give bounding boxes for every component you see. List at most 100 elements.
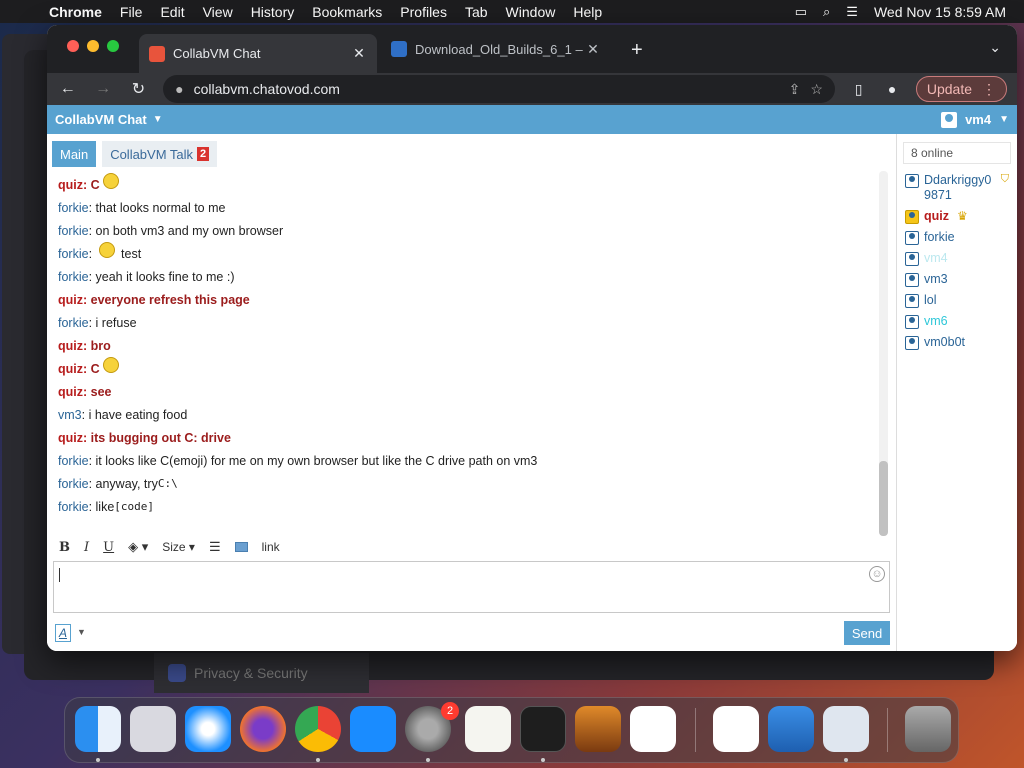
close-tab-icon[interactable]: ✕	[351, 45, 367, 62]
online-user[interactable]: lol	[897, 290, 1017, 311]
chat-title-caret-icon[interactable]: ▼	[153, 114, 163, 125]
insert-image-icon[interactable]	[234, 542, 248, 552]
reload-icon[interactable]: ↻	[128, 79, 149, 99]
message-scrollbar-thumb[interactable]	[879, 461, 888, 536]
forward-arrow-icon[interactable]: →	[92, 80, 113, 98]
chrome-window: CollabVM Chat ✕ Download_Old_Builds_6_1 …	[47, 25, 1017, 651]
terminal-icon[interactable]	[520, 706, 566, 752]
confused-emoji-icon	[102, 172, 119, 189]
chat-message: forkie: that looks normal to me	[58, 196, 878, 219]
share-icon[interactable]: ⇪	[789, 81, 801, 98]
message-author[interactable]: forkie	[58, 247, 89, 261]
font-style-button[interactable]: A	[55, 624, 71, 642]
send-button[interactable]: Send	[844, 621, 890, 645]
message-author[interactable]: forkie	[58, 270, 89, 284]
control-center-icon[interactable]: ☰	[846, 4, 858, 20]
unread-badge: 2	[197, 147, 210, 161]
visual-studio-icon[interactable]	[713, 706, 759, 752]
message-author[interactable]: forkie	[58, 224, 89, 238]
message-input[interactable]: ☺	[53, 561, 890, 613]
site-info-lock-icon[interactable]: ●	[175, 81, 183, 97]
minimize-window-button[interactable]	[87, 40, 99, 52]
close-tab-icon[interactable]: ✕	[585, 41, 601, 58]
back-arrow-icon[interactable]: ←	[57, 80, 78, 98]
zoom-window-button[interactable]	[107, 40, 119, 52]
online-user[interactable]: forkie	[897, 227, 1017, 248]
message-author[interactable]: quiz	[58, 293, 83, 307]
emoji-picker-smiley-icon[interactable]: ☺	[869, 566, 885, 582]
message-author[interactable]: vm3	[58, 408, 82, 422]
menu-tab[interactable]: Tab	[456, 4, 497, 20]
online-user[interactable]: quiz ♛	[897, 206, 1017, 227]
menu-edit[interactable]: Edit	[151, 4, 193, 20]
garageband-icon[interactable]	[575, 706, 621, 752]
message-author[interactable]: forkie	[58, 316, 89, 330]
app-store-icon[interactable]	[350, 706, 396, 752]
online-user[interactable]: Ddarkriggy09871 ⛉	[897, 170, 1017, 206]
launchpad-icon[interactable]	[130, 706, 176, 752]
message-author[interactable]: forkie	[58, 477, 89, 491]
current-user-menu[interactable]: vm4 ▼	[941, 111, 1009, 128]
italic-button[interactable]: I	[84, 540, 89, 555]
chrome-icon[interactable]	[295, 706, 341, 752]
kebab-menu-icon[interactable]: ⋮	[982, 81, 996, 98]
message-code: [code]	[114, 500, 155, 513]
spotlight-search-icon[interactable]: ⌕	[823, 4, 830, 20]
menu-history[interactable]: History	[242, 4, 304, 20]
address-bar[interactable]: ● collabvm.chatovod.com ⇪ ☆	[163, 75, 835, 103]
tab-collabvm-talk[interactable]: CollabVM Talk 2	[102, 141, 218, 167]
message-author[interactable]: quiz	[58, 362, 83, 376]
browser-tab-inactive[interactable]: Download_Old_Builds_6_1 – O ✕	[381, 33, 611, 65]
menu-file[interactable]: File	[111, 4, 152, 20]
message-author[interactable]: quiz	[58, 431, 83, 445]
menu-window[interactable]: Window	[497, 4, 565, 20]
underline-button[interactable]: U	[103, 540, 114, 555]
smiley-emoji-icon	[98, 241, 115, 258]
bulleted-list-icon[interactable]: ☰	[209, 539, 221, 555]
online-user[interactable]: vm3	[897, 269, 1017, 290]
close-window-button[interactable]	[67, 40, 79, 52]
message-author[interactable]: forkie	[58, 454, 89, 468]
chat-message: quiz: bro	[58, 334, 878, 357]
message-author[interactable]: quiz	[58, 178, 83, 192]
user-icon	[905, 273, 919, 287]
link-button[interactable]: link	[262, 540, 280, 554]
trash-icon[interactable]	[905, 706, 951, 752]
menu-view[interactable]: View	[194, 4, 242, 20]
settings-sidebar-item-privacy[interactable]: Privacy & Security	[154, 653, 369, 693]
update-button[interactable]: Update ⋮	[915, 76, 1007, 102]
font-style-caret-icon[interactable]: ▼	[77, 627, 86, 637]
textedit-icon[interactable]	[465, 706, 511, 752]
bookmark-star-icon[interactable]: ☆	[810, 81, 823, 98]
tab-main[interactable]: Main	[52, 141, 97, 167]
menu-profiles[interactable]: Profiles	[391, 4, 456, 20]
chat-title[interactable]: CollabVM Chat	[55, 112, 147, 127]
message-author[interactable]: forkie	[58, 201, 89, 215]
message-author[interactable]: forkie	[58, 500, 89, 514]
menu-clock[interactable]: Wed Nov 15 8:59 AM	[874, 4, 1006, 20]
url-text[interactable]: collabvm.chatovod.com	[194, 81, 779, 97]
weather-icon[interactable]	[768, 706, 814, 752]
menu-app-name[interactable]: Chrome	[40, 4, 111, 20]
side-panel-icon[interactable]: ▯	[849, 81, 868, 98]
virtualbox-icon[interactable]	[823, 706, 869, 752]
profile-avatar-icon[interactable]: ●	[882, 81, 901, 97]
message-author[interactable]: quiz	[58, 385, 83, 399]
menu-help[interactable]: Help	[564, 4, 611, 20]
browser-tab-active[interactable]: CollabVM Chat ✕	[139, 34, 377, 73]
finder-icon[interactable]	[75, 706, 121, 752]
online-user[interactable]: vm0b0t	[897, 332, 1017, 353]
vscode-icon[interactable]	[630, 706, 676, 752]
size-dropdown[interactable]: Size ▾	[162, 540, 195, 554]
online-user[interactable]: vm6	[897, 311, 1017, 332]
message-author[interactable]: quiz	[58, 339, 83, 353]
menu-bookmarks[interactable]: Bookmarks	[303, 4, 391, 20]
text-color-bucket-icon[interactable]: ◈ ▾	[128, 539, 148, 555]
firefox-icon[interactable]	[240, 706, 286, 752]
screen-mirroring-icon[interactable]: ▭	[795, 4, 807, 20]
online-user[interactable]: vm4	[897, 248, 1017, 269]
safari-icon[interactable]	[185, 706, 231, 752]
new-tab-plus-icon[interactable]: +	[631, 39, 643, 62]
bold-button[interactable]: B	[59, 540, 70, 555]
tab-search-chevron-icon[interactable]: ⌄	[989, 39, 1001, 56]
